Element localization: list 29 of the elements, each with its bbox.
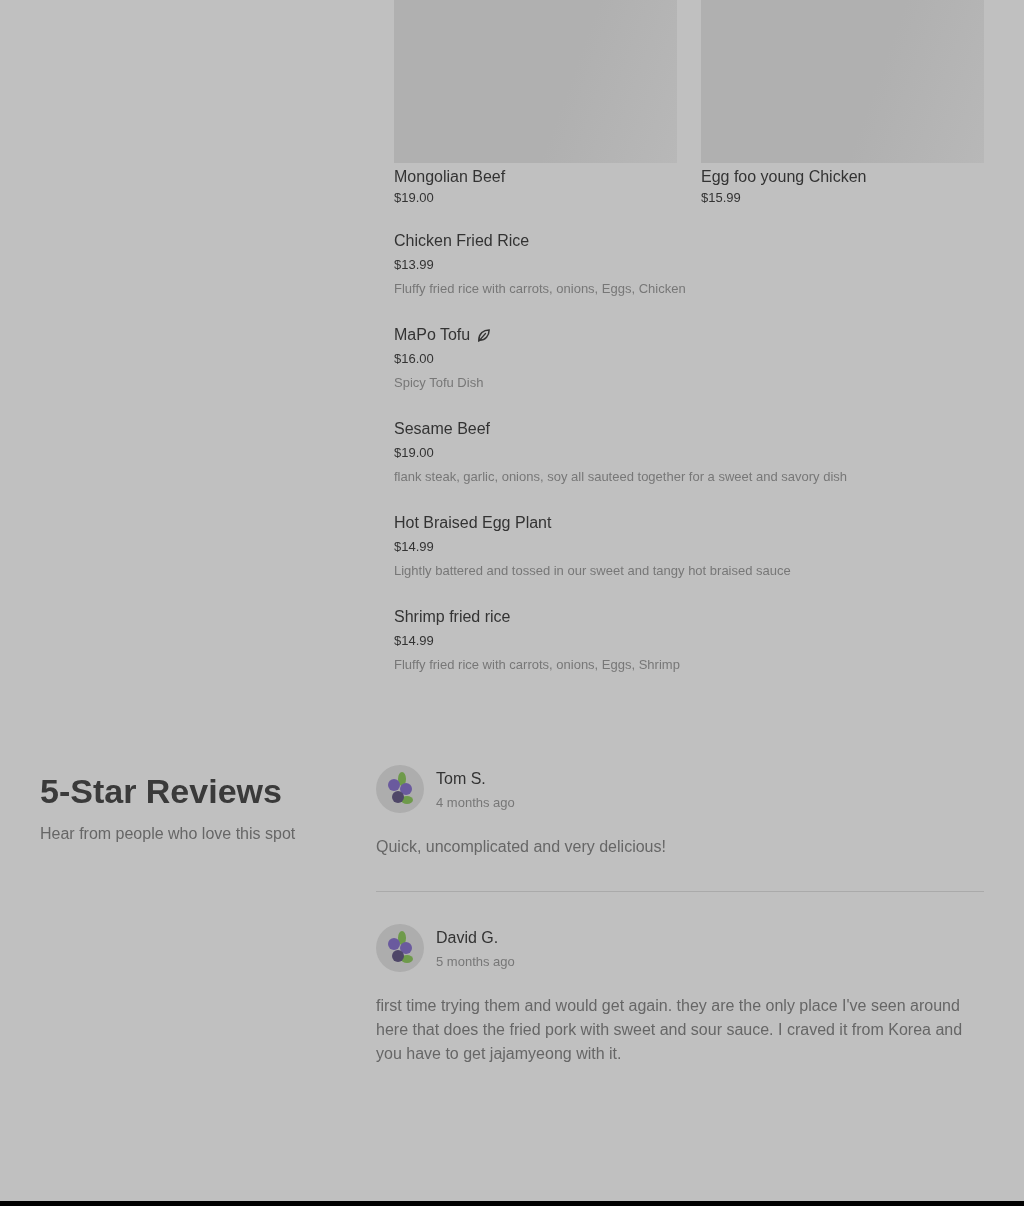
item-description: Fluffy fried rice with carrots, onions, Eggs, Shrimp — [394, 657, 681, 673]
item-name: Mongolian Beef — [394, 167, 507, 187]
avatar-icon — [376, 924, 424, 972]
item-name: Egg foo young Chicken — [701, 167, 868, 187]
item-name: MaPo Tofu — [394, 325, 471, 345]
review-time: 5 months ago — [436, 953, 515, 969]
reviewer-name: Tom S. — [436, 768, 487, 789]
item-price: $14.99 — [394, 633, 435, 649]
review-text: Quick, uncomplicated and very delicious! — [376, 837, 667, 857]
item-description: Spicy Tofu Dish — [394, 375, 485, 391]
item-price: $13.99 — [394, 257, 435, 273]
item-price: $14.99 — [394, 539, 435, 555]
section-title: 5-Star Reviews — [40, 771, 283, 811]
item-price: $19.00 — [394, 190, 435, 206]
avatar-icon — [376, 765, 424, 813]
item-name: Chicken Fried Rice — [394, 231, 530, 251]
item-price: $16.00 — [394, 351, 435, 367]
review-text: first time trying them and would get again. they are the only place I've seen around here that does the fried pork with sweet and sour sauce. I craved it from Korea and you have to get jajamyeong with it. — [376, 996, 964, 1064]
item-description: Fluffy fried rice with carrots, onions, Eggs, Chicken — [394, 281, 687, 297]
item-description: Lightly battered and tossed in our sweet and tangy hot braised sauce — [394, 563, 792, 579]
item-description: flank steak, garlic, onions, soy all sauteed together for a sweet and savory dish — [394, 469, 849, 485]
reviewer-name: David G. — [436, 927, 500, 948]
item-name: Hot Braised Egg Plant — [394, 513, 552, 533]
review-time: 4 months ago — [436, 794, 515, 810]
section-subtitle: Hear from people who love this spot — [40, 825, 297, 843]
item-price: $19.00 — [394, 445, 435, 461]
item-price: $15.99 — [701, 190, 742, 206]
item-name: Shrimp fried rice — [394, 607, 511, 627]
item-name: Sesame Beef — [394, 419, 491, 439]
